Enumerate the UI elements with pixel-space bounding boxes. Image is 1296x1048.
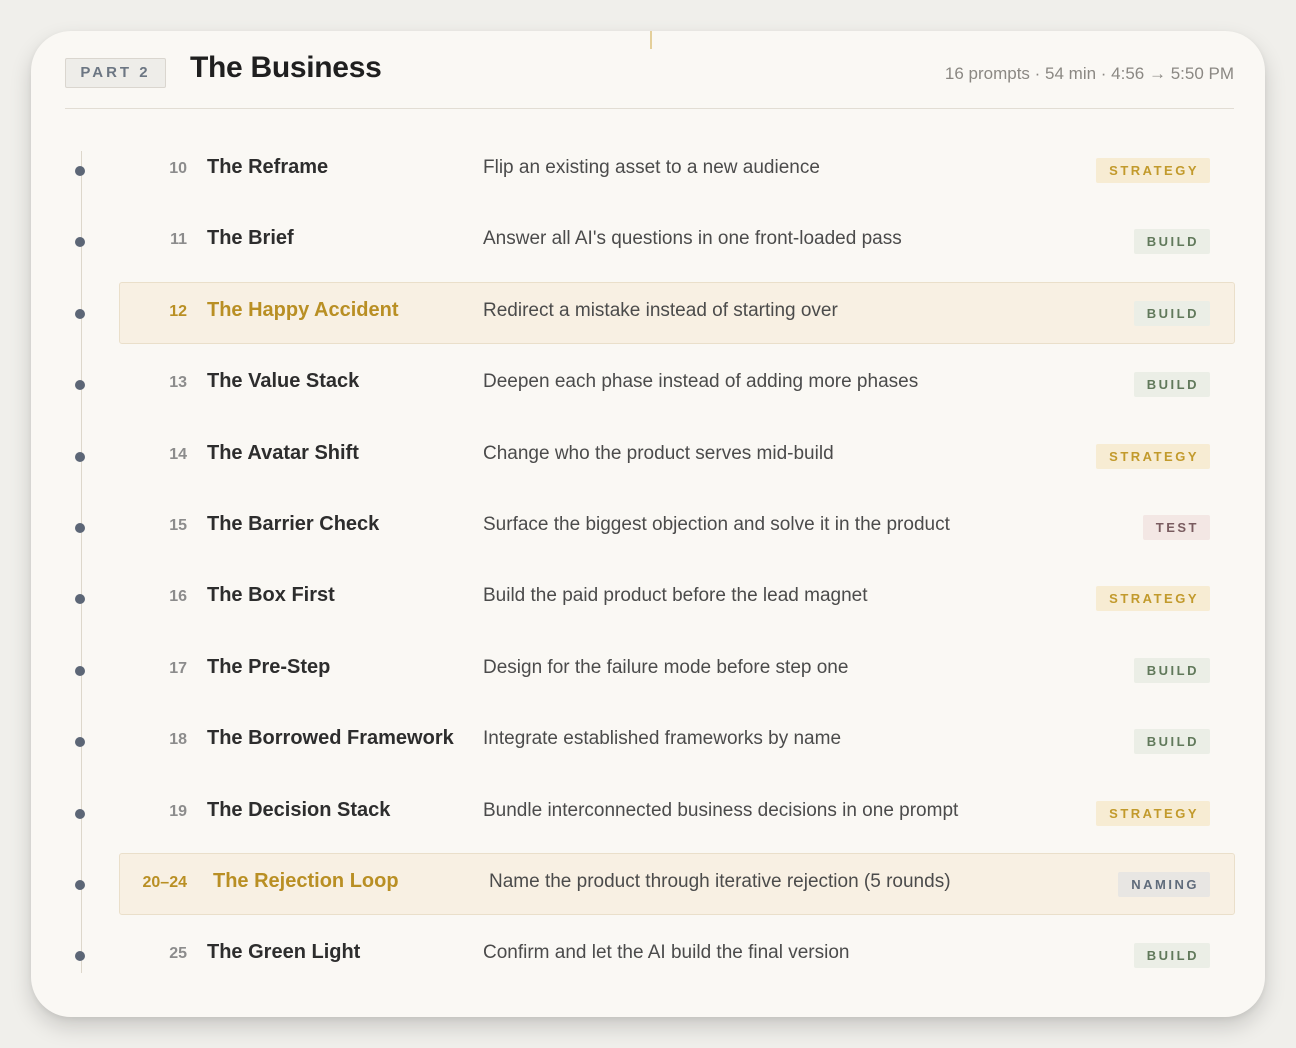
category-tag: BUILD [1133, 229, 1210, 254]
prompt-number: 17 [169, 660, 187, 677]
prompt-row[interactable]: 18 The Borrowed Framework Integrate establ… [75, 710, 1235, 772]
prompt-number: 13 [169, 374, 187, 391]
timeline-dot-icon [75, 309, 85, 319]
prompt-number: 25 [169, 945, 187, 962]
timeline-dot-icon [75, 166, 85, 176]
prompt-row[interactable]: 13 The Value Stack Deepen each phase inste… [75, 353, 1235, 415]
category-tag: BUILD [1133, 729, 1210, 754]
page-title: The Business [190, 51, 382, 84]
part-meta: 16 prompts · 54 min · 4:56 → 5:50 PM [944, 64, 1234, 83]
prompt-row[interactable]: 10 The Reframe Flip an existing asset to a… [75, 139, 1235, 201]
prompt-row[interactable]: 19 The Decision Stack Bundle interconnecte… [75, 782, 1235, 844]
prompt-number: 11 [170, 231, 187, 248]
category-tag: STRATEGY [1096, 586, 1210, 611]
prompt-number: 19 [169, 803, 187, 820]
timeline-line [81, 151, 82, 973]
prompt-name: The Pre-Step [207, 656, 331, 678]
category-tag: BUILD [1133, 943, 1210, 968]
prompt-row[interactable]: 11 The Brief Answer all AI's questions in … [75, 210, 1235, 272]
timeline-dot-icon [75, 666, 85, 676]
timeline-dot-icon [75, 594, 85, 604]
prompt-row[interactable]: 12 The Happy Accident Redirect a mistake i… [75, 282, 1235, 344]
timeline-dot-icon [75, 523, 85, 533]
timeline-dot-icon [75, 880, 85, 890]
prompt-description: Name the product through iterative rejec… [489, 871, 951, 892]
prompt-description: Integrate established frameworks by name [483, 728, 842, 749]
prompt-row[interactable]: 16 The Box First Build the paid product be… [75, 567, 1235, 629]
timeline-dot-icon [75, 737, 85, 747]
prompt-name: The Green Light [207, 941, 361, 963]
prompt-description: Design for the failure mode before step … [483, 657, 849, 678]
prompt-name: The Avatar Shift [207, 442, 359, 464]
prompt-name: The Happy Accident [207, 299, 399, 321]
category-tag: NAMING [1118, 872, 1210, 897]
prompt-description: Redirect a mistake instead of starting o… [483, 300, 838, 321]
prompt-name: The Borrowed Framework [207, 727, 454, 749]
prompt-number: 18 [169, 731, 187, 748]
timeline-dot-icon [75, 452, 85, 462]
part-card: PART 2 The Business 16 prompts · 54 min … [31, 31, 1265, 1017]
prompt-row[interactable]: 25 The Green Light Confirm and let the AI … [75, 924, 1235, 986]
prompt-name: The Decision Stack [207, 799, 391, 821]
prompt-number: 16 [169, 588, 187, 605]
prompt-name: The Brief [207, 227, 294, 249]
part-badge: PART 2 [65, 58, 166, 88]
prompt-description: Change who the product serves mid-build [483, 443, 834, 464]
category-tag: STRATEGY [1096, 444, 1210, 469]
category-tag: BUILD [1133, 301, 1210, 326]
prompt-description: Confirm and let the AI build the final v… [483, 942, 850, 963]
prompt-description: Flip an existing asset to a new audience [483, 157, 820, 178]
prompt-description: Surface the biggest objection and solve … [483, 514, 950, 535]
prompt-number: 14 [169, 446, 187, 463]
prompt-description: Bundle interconnected business decisions… [483, 800, 959, 821]
category-tag: TEST [1142, 515, 1210, 540]
prompt-number: 20–24 [142, 874, 188, 891]
prompt-name: The Value Stack [207, 370, 360, 392]
prompt-name: The Box First [207, 584, 335, 606]
prompt-description: Build the paid product before the lead m… [483, 585, 868, 606]
timeline-dot-icon [75, 951, 85, 961]
prompt-row[interactable]: 15 The Barrier Check Surface the biggest o… [75, 496, 1235, 558]
prompt-row[interactable]: 14 The Avatar Shift Change who the product… [75, 425, 1235, 487]
category-tag: STRATEGY [1096, 158, 1210, 183]
prompt-name: The Rejection Loop [213, 870, 399, 892]
prompt-name: The Barrier Check [207, 513, 380, 535]
prompt-row[interactable]: 17 The Pre-Step Design for the failure mod… [75, 639, 1235, 701]
prompt-number: 15 [169, 517, 187, 534]
timeline-dot-icon [75, 380, 85, 390]
timeline-dot-icon [75, 237, 85, 247]
part-header: PART 2 The Business 16 prompts · 54 min … [65, 31, 1234, 109]
prompt-row[interactable]: 20–24 The Rejection Loop Name the product … [75, 853, 1235, 915]
category-tag: BUILD [1133, 658, 1210, 683]
prompt-description: Answer all AI's questions in one front-l… [483, 228, 902, 249]
timeline-dot-icon [75, 809, 85, 819]
prompt-number: 12 [169, 303, 187, 320]
prompt-description: Deepen each phase instead of adding more… [483, 371, 919, 392]
prompt-number: 10 [169, 160, 187, 177]
category-tag: BUILD [1133, 372, 1210, 397]
prompt-name: The Reframe [207, 156, 329, 178]
category-tag: STRATEGY [1096, 801, 1210, 826]
